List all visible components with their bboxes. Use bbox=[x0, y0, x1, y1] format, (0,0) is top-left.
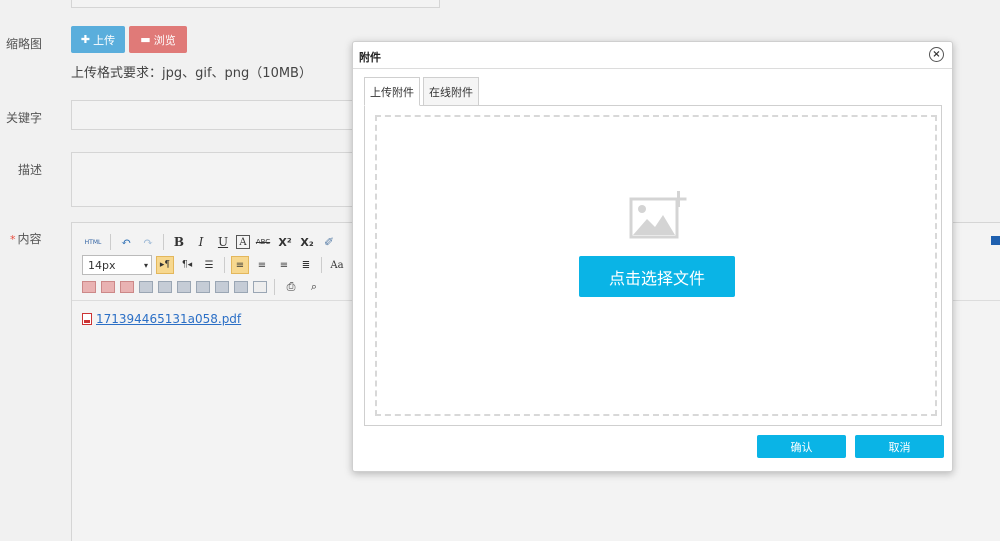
title-input[interactable] bbox=[71, 0, 440, 8]
close-icon[interactable]: × bbox=[929, 47, 944, 62]
page-icon[interactable] bbox=[253, 281, 267, 293]
image-add-icon bbox=[629, 191, 687, 239]
eraser-icon[interactable]: ✐ bbox=[320, 233, 338, 251]
folder-icon: ▬ bbox=[140, 33, 151, 46]
tab-upload-attachment[interactable]: 上传附件 bbox=[364, 77, 420, 106]
browse-thumbnail-button[interactable]: ▬ 浏览 bbox=[129, 26, 187, 53]
align-right-icon[interactable]: ≡ bbox=[275, 256, 293, 274]
dialog-divider bbox=[353, 68, 952, 69]
table-icon[interactable] bbox=[177, 281, 191, 293]
fullscreen-icon[interactable] bbox=[991, 236, 1000, 245]
preview-icon[interactable]: ⌕ bbox=[305, 278, 323, 296]
toolbar-separator bbox=[274, 279, 275, 295]
rtl-icon[interactable]: ¶◂ bbox=[178, 256, 196, 274]
font-color-button[interactable]: A bbox=[236, 235, 250, 249]
indent-icon[interactable]: ☰ bbox=[200, 256, 218, 274]
upload-thumbnail-button[interactable]: ✚ 上传 bbox=[71, 26, 125, 53]
toolbar-separator bbox=[163, 234, 164, 250]
format-hint: 上传格式要求：jpg、gif、png（10MB） bbox=[71, 66, 312, 81]
pdf-icon bbox=[82, 313, 92, 325]
align-center-icon[interactable]: ≡ bbox=[253, 256, 271, 274]
ltr-icon[interactable]: ▸¶ bbox=[156, 256, 174, 274]
split-cell-icon[interactable] bbox=[120, 281, 134, 293]
tab-online-attachment[interactable]: 在线附件 bbox=[423, 77, 479, 106]
table-icon[interactable] bbox=[234, 281, 248, 293]
attachment-link[interactable]: 171394465131a058.pdf bbox=[82, 312, 241, 326]
content-label-text: 内容 bbox=[17, 232, 42, 246]
toolbar-separator bbox=[224, 257, 225, 273]
upload-panel: 点击选择文件 bbox=[364, 105, 942, 426]
redo-icon[interactable]: ↷ bbox=[139, 233, 157, 251]
strikethrough-button[interactable]: ABC bbox=[254, 233, 272, 251]
required-mark: * bbox=[10, 233, 16, 246]
toolbar-separator bbox=[321, 257, 322, 273]
table-icon[interactable] bbox=[139, 281, 153, 293]
dialog-title: 附件 bbox=[359, 51, 381, 64]
underline-button[interactable]: U bbox=[214, 233, 232, 251]
undo-icon[interactable]: ↶ bbox=[117, 233, 135, 251]
description-label: 描述 bbox=[18, 163, 43, 177]
plus-icon: ✚ bbox=[80, 33, 91, 46]
cancel-button[interactable]: 取消 bbox=[855, 435, 944, 458]
choose-file-button[interactable]: 点击选择文件 bbox=[579, 256, 735, 297]
attachment-filename[interactable]: 171394465131a058.pdf bbox=[96, 312, 241, 326]
subscript-button[interactable]: X₂ bbox=[298, 233, 316, 251]
confirm-button[interactable]: 确认 bbox=[757, 435, 846, 458]
toolbar-separator bbox=[110, 234, 111, 250]
thumbnail-label: 缩略图 bbox=[6, 37, 43, 51]
align-justify-icon[interactable]: ≣ bbox=[297, 256, 315, 274]
font-size-select[interactable]: 14px ▾ bbox=[82, 255, 152, 275]
keywords-label: 关键字 bbox=[6, 111, 43, 125]
table-icon[interactable] bbox=[196, 281, 210, 293]
upload-button-label: 上传 bbox=[93, 33, 116, 47]
table-icon[interactable] bbox=[158, 281, 172, 293]
html-source-button[interactable]: HTML bbox=[82, 233, 104, 251]
dialog-tabs: 上传附件 在线附件 bbox=[364, 77, 482, 106]
align-left-icon[interactable]: ≡ bbox=[231, 256, 249, 274]
print-icon[interactable]: ⎙ bbox=[282, 278, 300, 296]
bold-button[interactable]: B bbox=[170, 233, 188, 251]
delete-col-icon[interactable] bbox=[101, 281, 115, 293]
table-icon[interactable] bbox=[215, 281, 229, 293]
file-drop-zone[interactable]: 点击选择文件 bbox=[375, 115, 937, 416]
browse-button-label: 浏览 bbox=[153, 33, 176, 47]
attachment-dialog: 附件 × 上传附件 在线附件 点击选择文件 确认 取消 bbox=[352, 41, 953, 472]
delete-row-icon[interactable] bbox=[82, 281, 96, 293]
keywords-input[interactable] bbox=[71, 100, 371, 130]
font-style-icon[interactable]: Aa bbox=[328, 256, 346, 274]
font-size-value: 14px bbox=[88, 258, 116, 272]
description-textarea[interactable] bbox=[71, 152, 371, 207]
content-label: * 内容 bbox=[10, 230, 42, 247]
chevron-down-icon: ▾ bbox=[143, 260, 148, 270]
italic-button[interactable]: I bbox=[192, 233, 210, 251]
superscript-button[interactable]: X² bbox=[276, 233, 294, 251]
